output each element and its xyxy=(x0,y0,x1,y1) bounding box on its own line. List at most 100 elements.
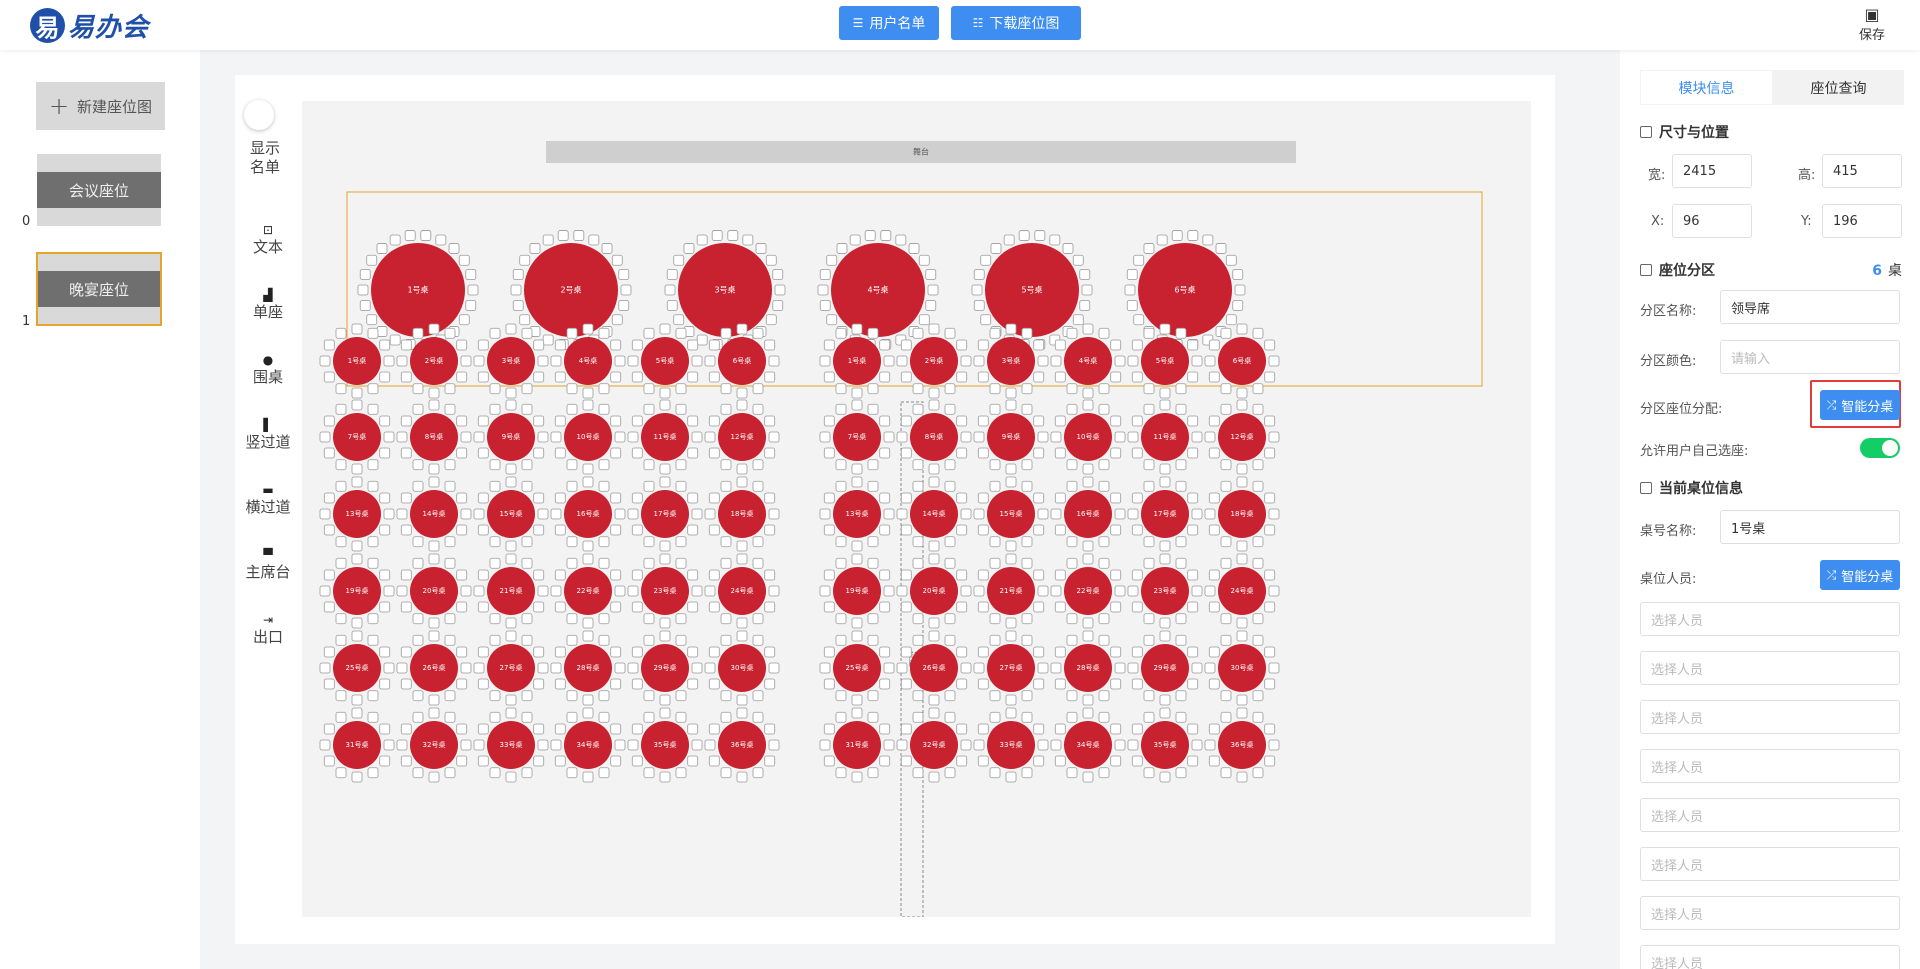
seat xyxy=(1050,508,1062,520)
show-list-toggle[interactable] xyxy=(244,100,274,130)
properties-panel: 模块信息 座位查询 尺寸与位置 宽: 2415 高: 415 X: 96 Y: … xyxy=(1620,50,1920,969)
tool-exit[interactable]: ⇥ 出口 xyxy=(238,612,298,647)
seat xyxy=(736,387,748,399)
seat xyxy=(956,569,968,581)
layout-card-banquet[interactable]: 晚宴座位 xyxy=(36,252,162,326)
seat xyxy=(989,634,1001,646)
seat xyxy=(835,557,847,569)
seat xyxy=(736,617,748,629)
tool-single-seat[interactable]: ▟ 单座 xyxy=(238,287,298,322)
person-select-6[interactable]: 选择人员 xyxy=(1640,847,1900,881)
tool-vertical-aisle[interactable]: ▌ 竖过道 xyxy=(238,417,298,452)
seat xyxy=(379,415,391,427)
person-select-1[interactable]: 选择人员 xyxy=(1640,602,1900,636)
tool-round-table[interactable]: ● 围桌 xyxy=(238,352,298,387)
tool-text[interactable]: ⊡ 文本 xyxy=(238,222,298,257)
seat xyxy=(977,371,989,383)
seat xyxy=(980,314,992,326)
seat xyxy=(1175,711,1187,723)
seat xyxy=(610,447,622,459)
seat xyxy=(912,383,924,395)
seat xyxy=(383,662,395,674)
seat xyxy=(1018,230,1030,241)
seat xyxy=(1066,711,1078,723)
seat xyxy=(1264,646,1276,658)
tab-seat-query[interactable]: 座位查询 xyxy=(1773,70,1904,105)
seat xyxy=(1131,371,1143,383)
tool-horizontal-aisle[interactable]: ▬ 横过道 xyxy=(238,482,298,517)
table-smart-assign-button[interactable]: ⤮ 智能分桌 xyxy=(1820,560,1900,590)
seat xyxy=(1050,585,1062,597)
tool-label: 围桌 xyxy=(252,368,283,386)
seat xyxy=(977,415,989,427)
zone-count-value: 6 xyxy=(1872,263,1882,279)
seat xyxy=(900,339,912,351)
seat xyxy=(1187,339,1199,351)
seat xyxy=(1208,415,1220,427)
width-input[interactable]: 2415 xyxy=(1672,154,1752,188)
person-select-7[interactable]: 选择人员 xyxy=(1640,896,1900,930)
layout-card-meeting[interactable]: 会议座位 xyxy=(37,154,161,226)
seat xyxy=(900,723,912,735)
seat xyxy=(1191,355,1203,367)
person-select-2[interactable]: 选择人员 xyxy=(1640,651,1900,685)
seat xyxy=(521,634,533,646)
seat xyxy=(944,634,956,646)
seat xyxy=(458,314,470,326)
seat xyxy=(1066,383,1078,395)
person-select-5[interactable]: 选择人员 xyxy=(1640,798,1900,832)
seat xyxy=(960,585,972,597)
seat xyxy=(554,524,566,536)
seat xyxy=(720,557,732,569)
seat xyxy=(477,371,489,383)
zone-name-input[interactable]: 领导席 xyxy=(1720,290,1900,324)
seat xyxy=(1159,707,1171,719)
app-logo[interactable]: 易 易办会 xyxy=(30,7,149,44)
seat xyxy=(1131,415,1143,427)
seat xyxy=(928,323,940,335)
seat xyxy=(489,383,501,395)
seat xyxy=(696,334,708,346)
seat xyxy=(566,690,578,702)
table-name-input[interactable]: 1号桌 xyxy=(1720,510,1900,544)
new-seatmap-button[interactable]: + 新建座位图 xyxy=(36,82,165,130)
tab-module-info[interactable]: 模块信息 xyxy=(1641,71,1772,104)
seat xyxy=(620,284,632,296)
seat xyxy=(928,476,940,488)
seat xyxy=(335,634,347,646)
zone-color-input[interactable]: 请输入 xyxy=(1720,340,1900,374)
download-seatmap-button[interactable]: ☷ 下载座位图 xyxy=(951,6,1081,40)
user-list-button[interactable]: ☰ 用户名单 xyxy=(839,6,939,40)
seat xyxy=(851,387,863,399)
seat xyxy=(400,601,412,613)
seat xyxy=(1033,415,1045,427)
table-label: 14号桌 xyxy=(423,509,446,518)
seat xyxy=(708,569,720,581)
plus-icon: + xyxy=(48,92,70,120)
seat xyxy=(643,327,655,339)
seat xyxy=(1033,646,1045,658)
x-input[interactable]: 96 xyxy=(1672,204,1752,238)
seat xyxy=(896,508,908,520)
seat xyxy=(542,334,554,346)
person-select-8[interactable]: 选择人员 xyxy=(1640,945,1900,969)
seat xyxy=(598,327,610,339)
allow-self-select-switch[interactable] xyxy=(1860,438,1900,458)
seat xyxy=(708,678,720,690)
y-input[interactable]: 196 xyxy=(1822,204,1902,238)
seat xyxy=(736,630,748,642)
person-select-4[interactable]: 选择人员 xyxy=(1640,749,1900,783)
zone-smart-assign-button[interactable]: ⤮ 智能分桌 xyxy=(1820,390,1900,420)
person-select-3[interactable]: 选择人员 xyxy=(1640,700,1900,734)
seat xyxy=(396,662,408,674)
seat xyxy=(428,323,440,335)
seat xyxy=(428,694,440,706)
seat xyxy=(973,585,985,597)
tool-podium[interactable]: ▀ 主席台 xyxy=(238,547,298,582)
seat xyxy=(944,536,956,548)
save-button[interactable]: ▣ 保存 xyxy=(1854,6,1890,44)
seat xyxy=(1264,339,1276,351)
height-input[interactable]: 415 xyxy=(1822,154,1902,188)
table-label: 18号桌 xyxy=(731,509,754,518)
seat xyxy=(1050,431,1062,443)
